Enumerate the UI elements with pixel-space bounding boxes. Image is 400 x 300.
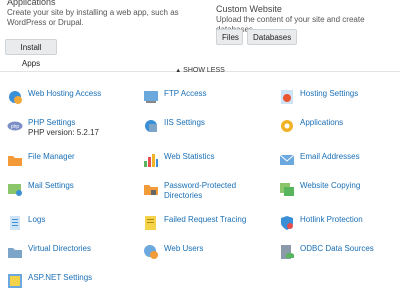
- odbc-icon: [281, 245, 294, 259]
- hosting-settings-icon: [281, 90, 293, 104]
- tool-label: File Manager: [28, 152, 75, 161]
- tool-hotlink-protection[interactable]: Hotlink Protection: [279, 215, 363, 239]
- applications-title: Applications: [7, 0, 56, 7]
- envelope-icon: [279, 154, 295, 165]
- logs-icon: [10, 216, 20, 230]
- tool-label: Website Copying: [300, 181, 361, 190]
- custom-website-desc: Upload the content of your site and crea…: [216, 15, 365, 34]
- tool-label: ASP.NET Settings: [28, 273, 93, 282]
- tool-web-statistics[interactable]: Web Statistics: [143, 152, 215, 176]
- top-panel: Applications Create your site by install…: [0, 0, 400, 68]
- show-less-toggle[interactable]: ▲ SHOW LESS: [0, 66, 400, 76]
- bar-chart-icon: [144, 154, 158, 167]
- tool-failed-request-tracing[interactable]: Failed Request Tracing: [143, 215, 246, 239]
- web-hosting-access-icon: [9, 91, 22, 104]
- website-copy-icon: [280, 183, 294, 196]
- tool-label: Hotlink Protection: [300, 215, 363, 224]
- tool-label: Password-Protected: [164, 181, 237, 190]
- applications-desc-1: Create your site by installing a web app…: [7, 8, 179, 17]
- tool-website-copying[interactable]: Website Copying: [279, 181, 360, 205]
- applications-gear-icon: [281, 120, 293, 132]
- php-icon: php: [7, 121, 23, 131]
- tool-password-protected-directories[interactable]: Password-Protected Directories: [143, 181, 236, 205]
- custom-website-title: Custom Website: [216, 4, 282, 14]
- tool-aspnet-settings[interactable]: ASP.NET Settings: [7, 273, 92, 297]
- tool-file-manager[interactable]: File Manager: [7, 152, 75, 176]
- mail-settings-icon: [8, 184, 22, 196]
- applications-desc-2: WordPress or Drupal.: [7, 18, 84, 27]
- tool-web-users[interactable]: Web Users: [143, 244, 203, 268]
- tool-iis-settings[interactable]: IIS Settings: [143, 118, 205, 142]
- tool-label-line2: Directories: [164, 191, 203, 200]
- applications-section: Applications Create your site by install…: [7, 0, 179, 28]
- virtual-directory-icon: [8, 248, 22, 258]
- tool-label: Logs: [28, 215, 46, 224]
- tool-label: PHP Settings: [28, 118, 76, 127]
- tool-label: Web Users: [164, 244, 204, 253]
- folder-icon: [8, 156, 22, 166]
- tool-php-settings[interactable]: php PHP Settings PHP version: 5.2.17: [7, 118, 99, 142]
- aspnet-icon: [8, 274, 22, 288]
- tool-label: Failed Request Tracing: [164, 215, 247, 224]
- tool-label: Email Addresses: [300, 152, 360, 161]
- tracing-icon: [145, 216, 156, 230]
- locked-folder-icon: [144, 185, 158, 195]
- tool-label: Applications: [300, 118, 344, 127]
- tool-applications[interactable]: Applications: [279, 118, 343, 142]
- files-button[interactable]: Files: [216, 29, 243, 45]
- install-apps-button[interactable]: Install Apps: [5, 39, 57, 68]
- web-users-icon: [144, 245, 158, 259]
- tool-label: ODBC Data Sources: [300, 244, 374, 253]
- databases-button[interactable]: Databases: [247, 29, 297, 45]
- hotlink-shield-icon: [281, 216, 293, 230]
- tool-ftp-access[interactable]: FTP Access: [143, 89, 207, 113]
- tool-label: Web Statistics: [164, 152, 215, 161]
- php-version-text: PHP version: 5.2.17: [28, 128, 100, 137]
- tool-odbc-data-sources[interactable]: ODBC Data Sources: [279, 244, 374, 268]
- tool-label: Web Hosting Access: [28, 89, 102, 98]
- tool-label: Hosting Settings: [300, 89, 359, 98]
- tool-email-addresses[interactable]: Email Addresses: [279, 152, 360, 176]
- iis-settings-icon: [145, 120, 157, 132]
- svg-text:php: php: [11, 124, 20, 130]
- show-less-label: SHOW LESS: [183, 67, 225, 74]
- tool-web-hosting-access[interactable]: Web Hosting Access: [7, 89, 101, 113]
- tool-label: FTP Access: [164, 89, 207, 98]
- tool-hosting-settings[interactable]: Hosting Settings: [279, 89, 358, 113]
- tool-virtual-directories[interactable]: Virtual Directories: [7, 244, 91, 268]
- caret-up-icon: ▲: [175, 68, 182, 74]
- tool-label: Virtual Directories: [28, 244, 91, 253]
- custom-website-section: Custom Website Upload the content of you…: [216, 0, 400, 35]
- tool-mail-settings[interactable]: Mail Settings: [7, 181, 74, 205]
- ftp-access-icon: [144, 91, 158, 103]
- tool-label: Mail Settings: [28, 181, 74, 190]
- tool-logs[interactable]: Logs: [7, 215, 45, 239]
- tool-label: IIS Settings: [164, 118, 205, 127]
